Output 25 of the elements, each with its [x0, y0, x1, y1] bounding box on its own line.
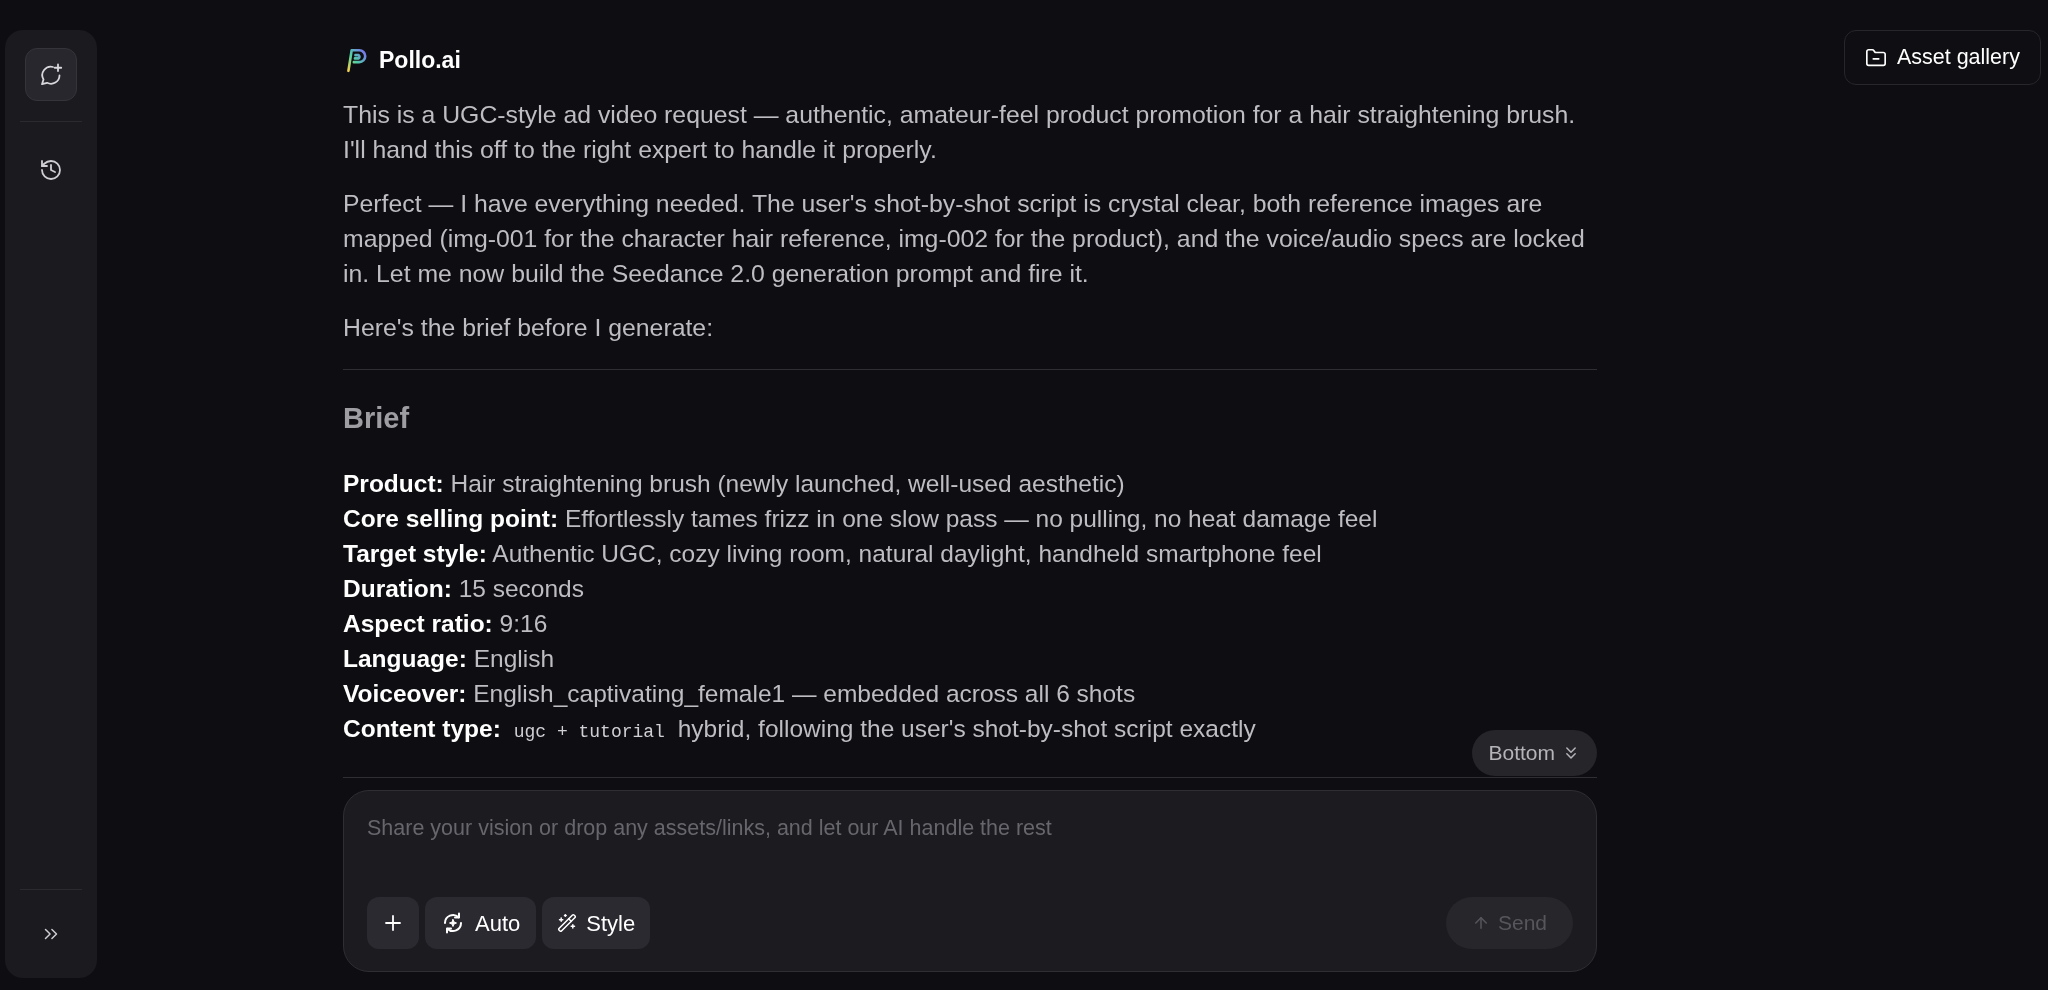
message-input[interactable]: Share your vision or drop any assets/links, and let our AI handle the rest [367, 813, 1573, 851]
brief-item: Core selling point: Effortlessly tames frizz in one slow pass — no pulling, no heat damage feel [343, 504, 1379, 534]
scroll-to-bottom-button[interactable]: Bottom [1472, 730, 1597, 776]
brief-item: Language: English [343, 644, 556, 674]
brief-item: Content type: ugc + tutorial hybrid, following the user's shot-by-shot script exactly [343, 714, 1257, 744]
brief-item: Duration: 15 seconds [343, 574, 585, 604]
rotate-sparkle-icon [441, 911, 465, 935]
message-paragraph: This is a UGC-style ad video request — authentic, amateur-feel product promotion for a hair straightening brush. I'll hand this off to the right expert to handle it properly. [343, 100, 1577, 165]
folder-icon [1864, 46, 1887, 69]
history-icon [39, 158, 63, 182]
brief-heading: Brief [343, 401, 411, 436]
add-button[interactable] [367, 897, 419, 949]
asset-gallery-button[interactable]: Asset gallery [1843, 30, 2041, 85]
brief-item: Aspect ratio: 9:16 [343, 609, 549, 639]
assistant-name: Pollo.ai [379, 45, 461, 75]
auto-mode-button[interactable]: Auto [425, 897, 537, 949]
brief-item: Voiceover: English_captivating_female1 — embedded across all 6 shots [343, 679, 1137, 709]
message-paragraph: Here's the brief before I generate: [343, 313, 715, 343]
new-chat-button[interactable] [25, 48, 77, 101]
brief-item: Target style: Authentic UGC, cozy living room, natural daylight, handheld smartphone feel [343, 539, 1323, 569]
style-button[interactable]: Style [542, 897, 651, 949]
chat-plus-icon [39, 62, 63, 87]
brief-item: Product: Hair straightening brush (newly launched, well-used aesthetic) [343, 469, 1126, 499]
message-paragraph: Perfect — I have everything needed. The user's shot-by-shot script is crystal clear, both reference images are mapped (img-001 for the character hair reference, img-002 for the product), and the voice/audio specs are locked in. Let me now build the Seedance 2.0 generation prompt and fire it. [343, 189, 1586, 289]
wand-icon [557, 913, 578, 933]
